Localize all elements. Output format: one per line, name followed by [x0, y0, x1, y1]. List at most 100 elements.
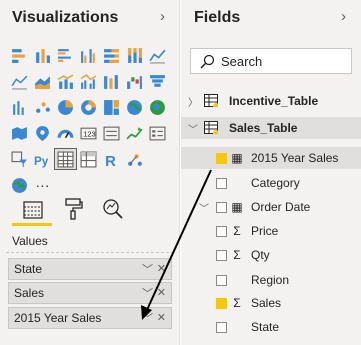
remove-field-icon[interactable]: ✕: [157, 311, 166, 324]
collapse-fields-icon[interactable]: ›: [341, 8, 346, 25]
field-checkbox[interactable]: [216, 321, 227, 333]
multi-row-card-icon[interactable]: [100, 122, 123, 144]
python-visual-icon[interactable]: Py: [31, 148, 54, 170]
funnel-chart-icon[interactable]: [146, 70, 169, 92]
calendar-icon: ▦: [231, 200, 243, 214]
field-checkbox[interactable]: [216, 225, 227, 237]
chevron-down-icon[interactable]: ﹀: [188, 121, 198, 136]
stacked-bar-chart-icon[interactable]: [8, 44, 31, 66]
field-label: 2015 Year Sales: [251, 151, 339, 165]
table-node[interactable]: ﹀ Sales_Table: [181, 117, 361, 139]
key-influencers-icon[interactable]: [123, 148, 146, 170]
chevron-down-icon[interactable]: ﹀: [142, 310, 153, 326]
field-checkbox[interactable]: [216, 201, 227, 213]
field-row[interactable]: Category: [181, 172, 361, 194]
azure-map-icon[interactable]: [31, 122, 54, 144]
field-row[interactable]: ▦ 2015 Year Sales: [181, 147, 361, 169]
table-name: Sales_Table: [229, 121, 298, 135]
field-label: Category: [251, 176, 300, 190]
donut-chart-icon[interactable]: [77, 96, 100, 118]
field-checkbox[interactable]: [216, 297, 227, 309]
values-well-item[interactable]: State ﹀ ✕: [8, 258, 172, 280]
field-row[interactable]: Σ Price: [181, 220, 361, 242]
well-item-label: Sales: [14, 286, 45, 300]
waterfall-chart-icon[interactable]: [123, 70, 146, 92]
table-icon: [204, 94, 218, 107]
100-stacked-bar-chart-icon[interactable]: [100, 44, 123, 66]
map-icon[interactable]: [123, 96, 146, 118]
clustered-bar-chart-icon[interactable]: [54, 44, 77, 66]
treemap-icon[interactable]: [100, 96, 123, 118]
globe-icon[interactable]: [8, 174, 31, 196]
shape-map-icon[interactable]: [8, 122, 31, 144]
field-row[interactable]: Σ Sales: [181, 292, 361, 314]
visual-type-grid: 123 Py R ···: [8, 42, 170, 198]
svg-text:123: 123: [83, 129, 95, 138]
gauge-icon[interactable]: [54, 122, 77, 144]
format-paint-roller-icon[interactable]: [58, 195, 88, 223]
values-divider: [6, 252, 174, 253]
scatter-dots-icon[interactable]: [31, 96, 54, 118]
r-visual-icon[interactable]: R: [100, 148, 123, 170]
fields-title: Fields: [194, 9, 241, 26]
chevron-down-icon[interactable]: ﹀: [199, 200, 209, 215]
chevron-down-icon[interactable]: ﹀: [142, 285, 153, 301]
table-visual-icon[interactable]: [54, 148, 77, 170]
line-and-clustered-column-icon[interactable]: [77, 70, 100, 92]
matrix-visual-icon[interactable]: [77, 148, 100, 170]
field-checkbox[interactable]: [216, 249, 227, 261]
well-item-label: State: [14, 262, 43, 276]
filter-table-icon[interactable]: [8, 148, 31, 170]
field-row[interactable]: Region: [181, 269, 361, 291]
field-label: Order Date: [251, 200, 311, 214]
table-node[interactable]: 〉 Incentive_Table: [181, 90, 361, 112]
chevron-right-icon[interactable]: 〉: [188, 94, 198, 109]
scatter-chart-icon[interactable]: [8, 96, 31, 118]
stacked-column-chart-icon[interactable]: [31, 44, 54, 66]
fields-tab-icon[interactable]: [18, 196, 48, 224]
active-tab-underline: [12, 223, 52, 226]
values-well-label: Values: [12, 234, 48, 248]
field-row[interactable]: Σ Qty: [181, 244, 361, 266]
table-icon: [204, 121, 218, 134]
100-stacked-column-chart-icon[interactable]: [123, 44, 146, 66]
slicer-icon[interactable]: [146, 122, 169, 144]
ribbon-chart-icon[interactable]: [100, 70, 123, 92]
field-label: Qty: [251, 248, 270, 262]
svg-text:R: R: [105, 153, 116, 167]
field-checkbox[interactable]: [216, 152, 227, 164]
values-well-item[interactable]: Sales ﹀ ✕: [8, 282, 172, 304]
line-chart-icon[interactable]: [146, 44, 169, 66]
calculator-icon: ▦: [231, 151, 243, 165]
sigma-icon: Σ: [233, 296, 241, 310]
more-visuals-icon[interactable]: ···: [31, 174, 54, 196]
area-chart-icon[interactable]: [8, 70, 31, 92]
sigma-icon: Σ: [233, 248, 241, 262]
filled-map-icon[interactable]: [146, 96, 169, 118]
visualizations-title: Visualizations: [12, 9, 119, 26]
kpi-icon[interactable]: [123, 122, 146, 144]
remove-field-icon[interactable]: ✕: [157, 286, 166, 299]
values-well-item[interactable]: 2015 Year Sales ﹀ ✕: [8, 307, 172, 329]
search-icon: [200, 54, 215, 69]
search-placeholder: Search: [221, 53, 263, 69]
well-item-label: 2015 Year Sales: [14, 311, 102, 325]
card-icon[interactable]: 123: [77, 122, 100, 144]
line-and-stacked-column-icon[interactable]: [54, 70, 77, 92]
stacked-area-chart-icon[interactable]: [31, 70, 54, 92]
field-row[interactable]: State: [181, 316, 361, 338]
pie-chart-icon[interactable]: [54, 96, 77, 118]
chevron-down-icon[interactable]: ﹀: [142, 261, 153, 277]
field-label: Sales: [251, 296, 282, 310]
field-checkbox[interactable]: [216, 274, 227, 286]
analytics-magnifier-icon[interactable]: [98, 195, 128, 223]
field-checkbox[interactable]: [216, 177, 227, 189]
field-row[interactable]: ﹀ ▦ Order Date: [181, 196, 361, 218]
collapse-visualizations-icon[interactable]: ›: [160, 8, 165, 25]
field-label: Region: [251, 273, 290, 287]
search-input[interactable]: Search: [190, 48, 352, 74]
clustered-column-chart-icon[interactable]: [77, 44, 100, 66]
svg-text:Py: Py: [34, 154, 49, 167]
sigma-icon: Σ: [233, 224, 241, 238]
remove-field-icon[interactable]: ✕: [157, 262, 166, 275]
